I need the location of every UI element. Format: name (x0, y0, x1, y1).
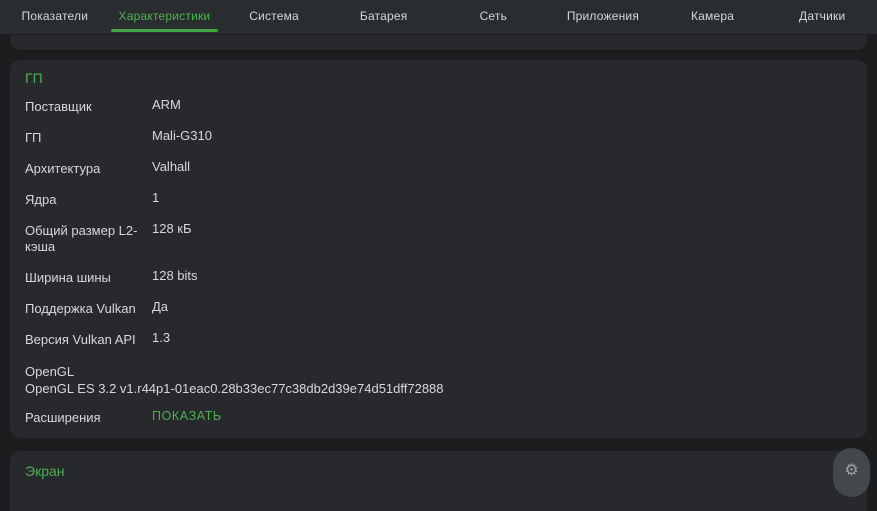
tab-batareya[interactable]: Батарея (329, 0, 439, 34)
spec-value: Mali-G310 (152, 128, 852, 144)
show-extensions-button[interactable]: ПОКАЗАТЬ (152, 408, 852, 424)
tab-label: Датчики (799, 9, 845, 23)
spec-row-vulkan-api-version: Версия Vulkan API 1.3 (25, 332, 852, 348)
spec-label: Поставщик (25, 99, 152, 115)
spec-value: Да (152, 299, 852, 315)
spec-label: Архитектура (25, 161, 152, 177)
spec-label: Ширина шины (25, 270, 152, 286)
spec-row-bus-width: Ширина шины 128 bits (25, 270, 852, 286)
spec-label: Поддержка Vulkan (25, 301, 152, 317)
spec-row-architecture: Архитектура Valhall (25, 161, 852, 177)
gpu-card: ГП Поставщик ARM ГП Mali-G310 Архитектур… (10, 60, 867, 438)
spec-row-gpu: ГП Mali-G310 (25, 130, 852, 146)
spec-label: Расширения (25, 410, 152, 426)
tab-label: Характеристики (119, 9, 211, 23)
tab-datchiki[interactable]: Датчики (767, 0, 877, 34)
spec-label: Ядра (25, 192, 152, 208)
spec-label: ГП (25, 130, 152, 146)
previous-card-bottom-edge (10, 35, 867, 50)
tab-pokazateli[interactable]: Показатели (0, 0, 110, 34)
spec-row-opengl: OpenGL OpenGL ES 3.2 v1.r44p1-01eac0.28b… (25, 363, 852, 397)
spec-value: OpenGL ES 3.2 v1.r44p1-01eac0.28b33ec77c… (25, 380, 852, 397)
spec-value: 1 (152, 190, 852, 206)
tab-kharakteristiki[interactable]: Характеристики (110, 0, 220, 34)
tab-label: Приложения (567, 9, 639, 23)
gear-icon: ⚙ (844, 462, 858, 478)
settings-button[interactable]: ⚙ (833, 448, 870, 497)
spec-row-cores: Ядра 1 (25, 192, 852, 208)
spec-row-extensions: Расширения ПОКАЗАТЬ (25, 410, 852, 426)
spec-label: Версия Vulkan API (25, 332, 152, 348)
active-tab-indicator (111, 29, 219, 32)
spec-row-l2-cache: Общий размер L2-кэша 128 кБ (25, 223, 852, 255)
tab-label: Показатели (22, 9, 89, 23)
tab-bar: Показатели Характеристики Система Батаре… (0, 0, 877, 34)
spec-value: 128 кБ (152, 221, 852, 237)
spec-label: Общий размер L2-кэша (25, 223, 152, 255)
screen-card-title: Экран (25, 463, 852, 479)
tab-sistema[interactable]: Система (219, 0, 329, 34)
tab-kamera[interactable]: Камера (658, 0, 768, 34)
tab-label: Система (249, 9, 299, 23)
spec-row-vendor: Поставщик ARM (25, 99, 852, 115)
gpu-card-title: ГП (25, 70, 852, 86)
spec-row-vulkan-support: Поддержка Vulkan Да (25, 301, 852, 317)
spec-value: Valhall (152, 159, 852, 175)
spec-value: ARM (152, 97, 852, 113)
tab-label: Камера (691, 9, 734, 23)
tab-label: Батарея (360, 9, 408, 23)
tab-set[interactable]: Сеть (439, 0, 549, 34)
tab-prilozheniya[interactable]: Приложения (548, 0, 658, 34)
screen-card: Экран (10, 451, 867, 511)
tab-label: Сеть (480, 9, 508, 23)
spec-value: 128 bits (152, 268, 852, 284)
spec-value: 1.3 (152, 330, 852, 346)
spec-label: OpenGL (25, 363, 852, 380)
